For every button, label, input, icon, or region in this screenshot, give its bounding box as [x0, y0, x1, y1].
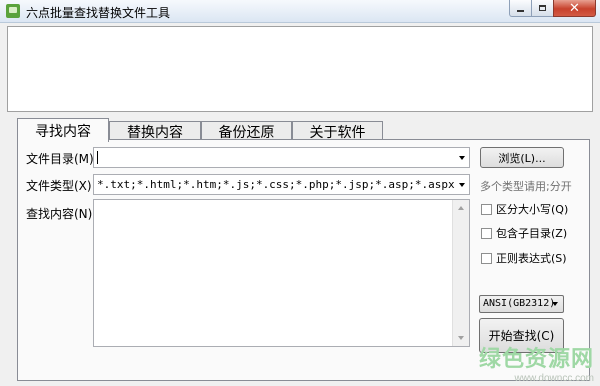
regex-label: 正则表达式(S): [496, 252, 567, 265]
type-value: *.txt;*.html;*.htm;*.js;*.css;*.php;*.js…: [97, 178, 455, 191]
scroll-up-icon: [458, 206, 464, 210]
watermark: 绿色资源网 www.downcc.com: [479, 341, 594, 384]
checkbox-icon: [481, 203, 492, 215]
include-subdirs-label: 包含子目录(Z): [496, 227, 568, 240]
regex-checkbox[interactable]: 正则表达式(S): [481, 250, 567, 266]
chevron-down-icon: [552, 302, 558, 306]
chevron-down-icon: [459, 183, 465, 187]
watermark-sub: www.downcc.com: [514, 373, 594, 384]
browse-button[interactable]: 浏览(L)...: [480, 147, 564, 168]
case-sensitive-label: 区分大小写(Q): [496, 203, 569, 216]
text-caret: [97, 151, 98, 164]
find-label: 查找内容(N): [26, 207, 93, 221]
find-scrollbar[interactable]: [452, 200, 469, 346]
checkbox-icon: [481, 252, 492, 264]
dir-label: 文件目录(M): [26, 152, 94, 166]
chevron-down-icon: [459, 156, 465, 160]
type-label: 文件类型(X): [26, 179, 92, 193]
encoding-value: ANSI(GB2312): [483, 298, 556, 309]
checkbox-icon: [481, 227, 492, 239]
include-subdirs-checkbox[interactable]: 包含子目录(Z): [481, 225, 567, 241]
encoding-select[interactable]: ANSI(GB2312): [479, 295, 564, 313]
scroll-down-icon: [458, 336, 464, 340]
type-combobox[interactable]: *.txt;*.html;*.htm;*.js;*.css;*.php;*.js…: [93, 174, 470, 195]
type-hint: 多个类型请用;分开: [480, 180, 572, 193]
case-sensitive-checkbox[interactable]: 区分大小写(Q): [481, 201, 568, 217]
watermark-main: 绿色资源网: [478, 347, 594, 372]
find-textarea[interactable]: [93, 199, 470, 347]
dir-combobox[interactable]: [93, 147, 470, 168]
